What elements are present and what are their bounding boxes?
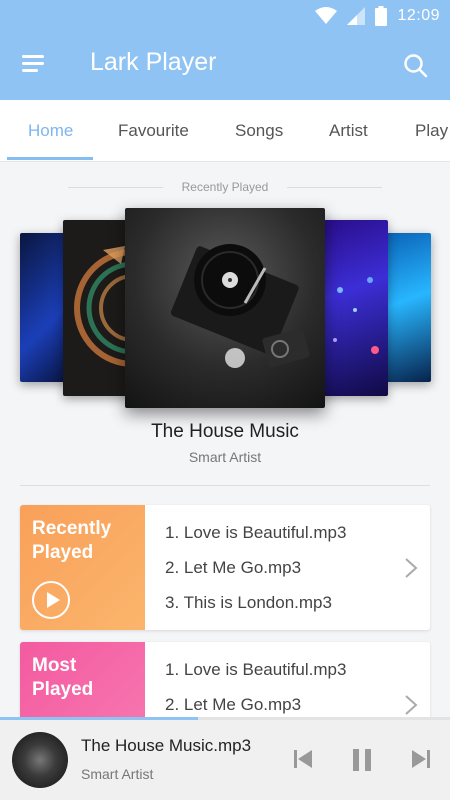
track-item[interactable]: 3. This is London.mp3	[165, 589, 346, 624]
mini-player: The House Music.mp3 Smart Artist	[0, 720, 450, 800]
card-label: Most Played	[32, 655, 94, 700]
now-playing-title: The House Music.mp3	[81, 736, 252, 755]
wifi-icon	[315, 7, 338, 24]
album-cover-far-right[interactable]	[386, 233, 431, 382]
status-time: 12:09	[397, 7, 440, 24]
play-circle-icon[interactable]	[32, 581, 70, 619]
recently-played-badge: Recently Played	[20, 505, 145, 630]
album-cover-left[interactable]	[63, 220, 133, 396]
album-art-wheel	[74, 246, 133, 367]
tab-favourite[interactable]: Favourite	[118, 100, 189, 161]
chevron-right-icon[interactable]	[404, 694, 418, 716]
featured-album-title: The House Music	[151, 421, 299, 442]
track-list: 1. Love is Beautiful.mp3 2. Let Me Go.mp…	[165, 656, 346, 726]
turntable-art	[170, 244, 310, 368]
search-icon	[404, 54, 428, 78]
search-button[interactable]	[402, 52, 430, 80]
hamburger-icon-bar	[22, 69, 38, 72]
hamburger-icon-bar	[22, 62, 44, 65]
chevron-right-icon[interactable]	[404, 557, 418, 579]
featured-album-artist: Smart Artist	[188, 449, 262, 465]
track-item[interactable]: 1. Love is Beautiful.mp3	[165, 656, 346, 691]
divider-line	[287, 187, 382, 188]
pause-icon[interactable]	[352, 748, 372, 772]
recently-played-header: Recently Played	[0, 178, 450, 198]
track-list: 1. Love is Beautiful.mp3 2. Let Me Go.mp…	[165, 519, 346, 624]
tab-indicator	[7, 157, 93, 160]
app-bar: 12:09 Lark Player	[0, 0, 450, 100]
tab-playlists[interactable]: Play	[415, 100, 448, 161]
tab-songs[interactable]: Songs	[235, 100, 283, 161]
tab-artist[interactable]: Artist	[329, 100, 368, 161]
tab-home[interactable]: Home	[28, 100, 73, 161]
card-label: Recently Played	[32, 518, 112, 563]
track-item[interactable]: 1. Love is Beautiful.mp3	[165, 519, 346, 554]
recently-played-card[interactable]: Recently Played 1. Love is Beautiful.mp3 …	[20, 505, 430, 630]
now-playing-art[interactable]	[12, 732, 68, 788]
now-playing-artist: Smart Artist	[81, 766, 154, 782]
hamburger-icon-bar	[22, 55, 44, 58]
album-cover-featured[interactable]	[125, 208, 325, 408]
concert-lights-art	[333, 277, 379, 354]
section-label: Recently Played	[181, 180, 269, 194]
section-divider	[20, 485, 430, 486]
previous-icon[interactable]	[293, 748, 313, 770]
album-cover-right[interactable]	[320, 220, 388, 396]
track-item[interactable]: 2. Let Me Go.mp3	[165, 554, 346, 589]
menu-button[interactable]	[20, 52, 50, 76]
tab-bar: Home Favourite Songs Artist Play	[0, 100, 450, 162]
status-bar: 12:09	[315, 4, 440, 28]
battery-icon	[375, 6, 388, 26]
app-title: Lark Player	[90, 48, 217, 76]
signal-icon	[347, 7, 366, 25]
next-icon[interactable]	[411, 748, 431, 770]
